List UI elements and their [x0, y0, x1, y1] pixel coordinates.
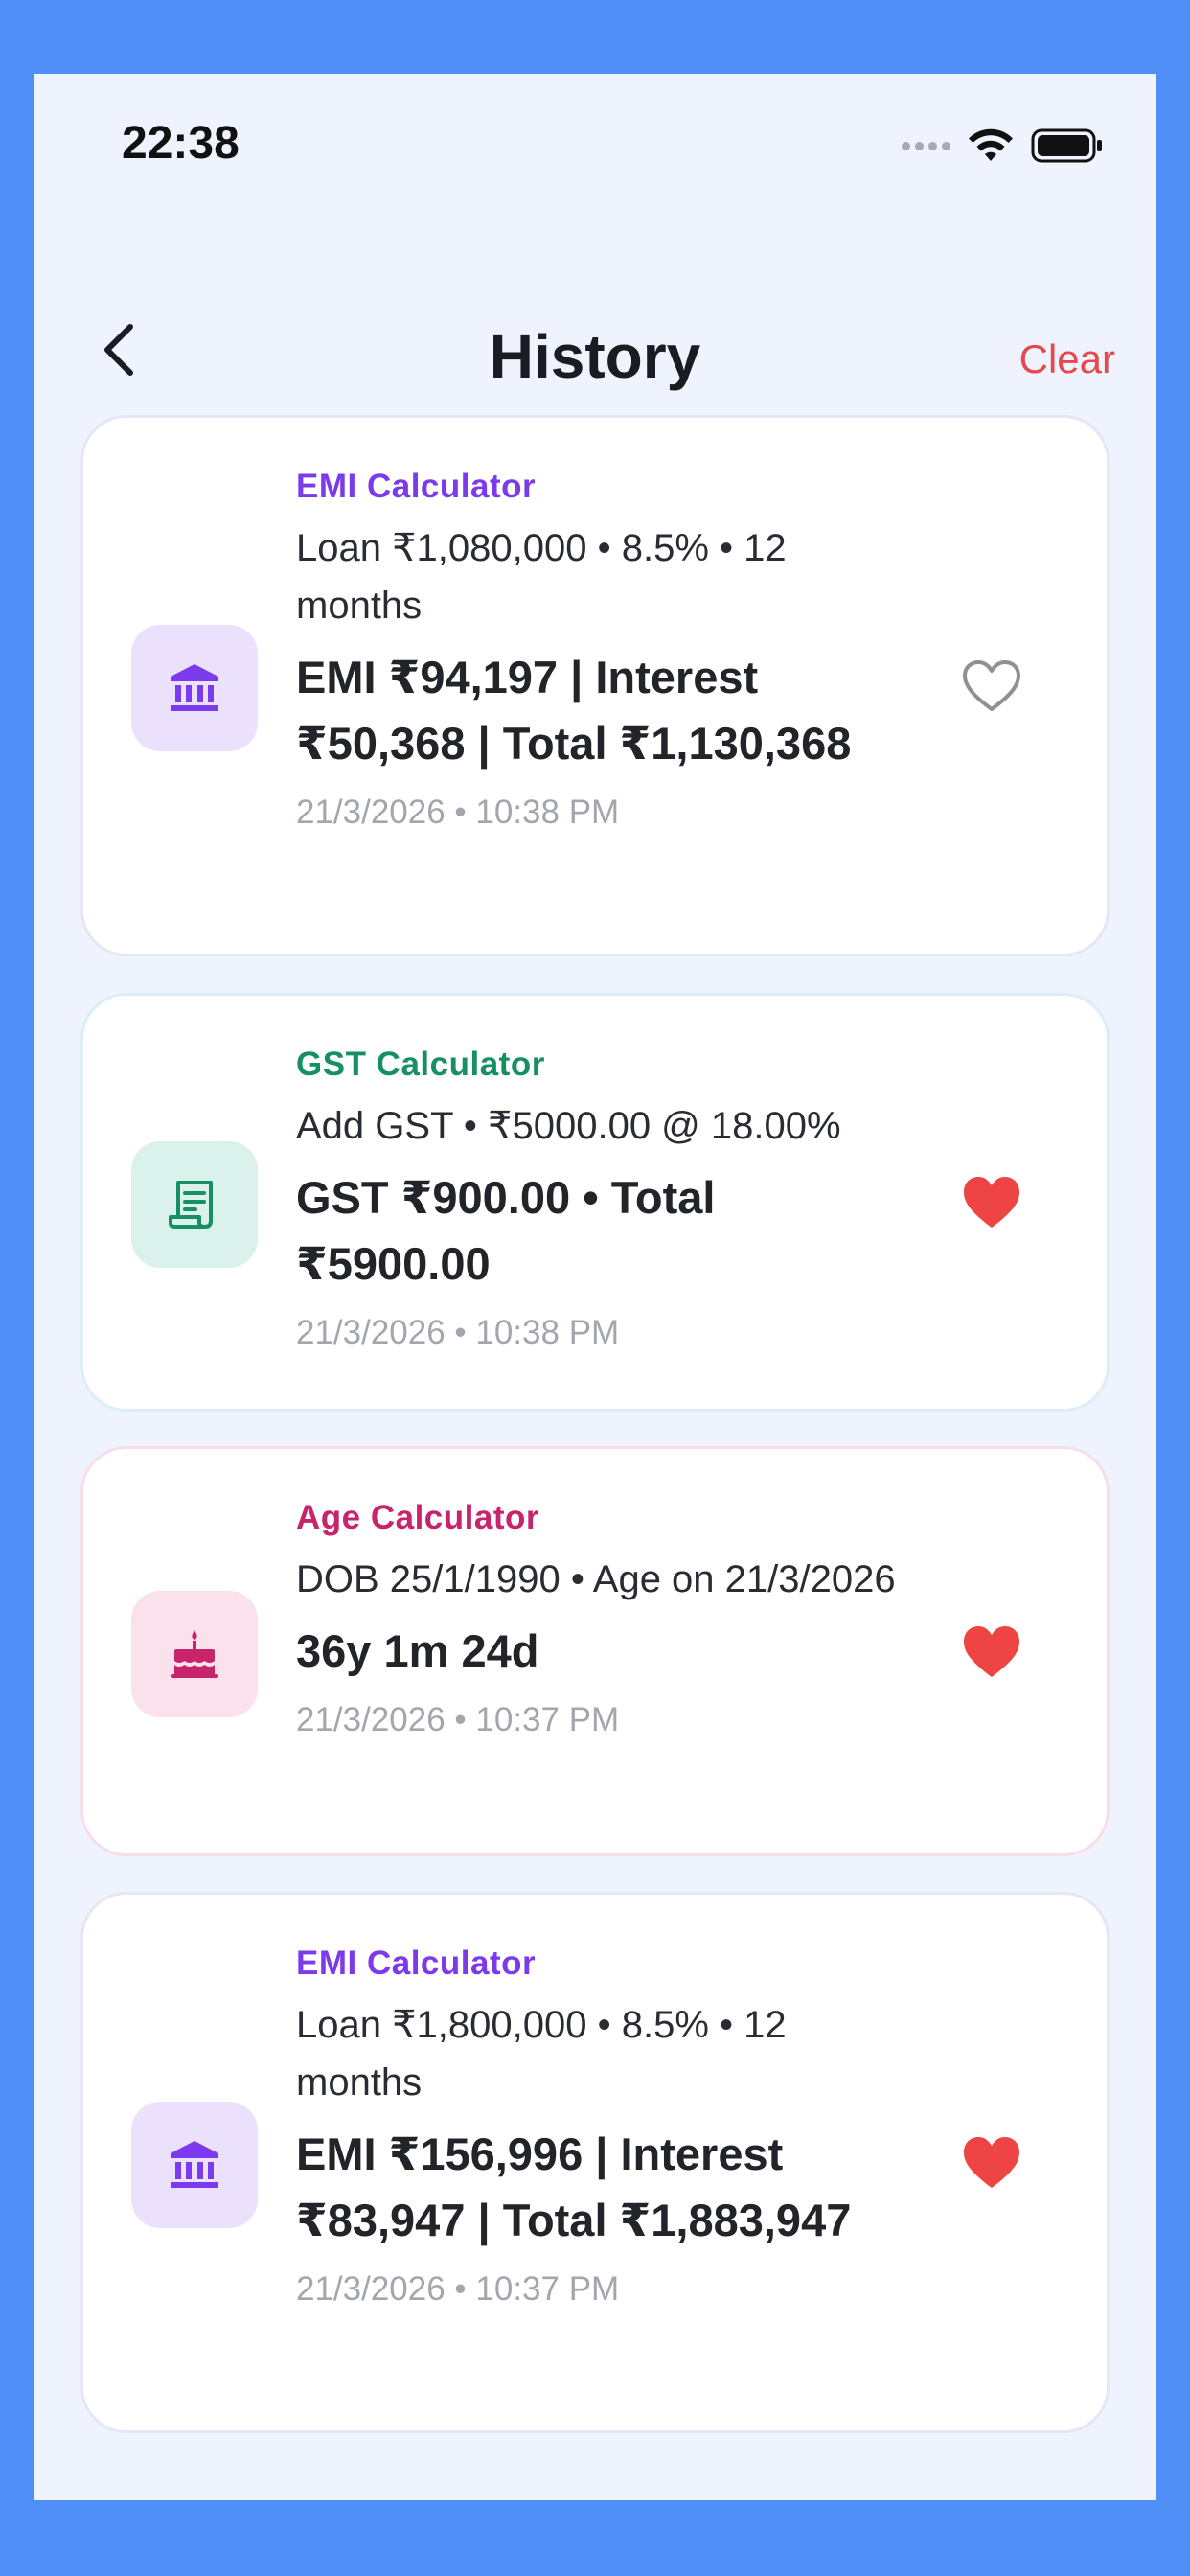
heart-outline-icon[interactable] — [961, 657, 1022, 715]
calculation-result: EMI ₹94,197 | Interest ₹50,368 | Total ₹… — [296, 652, 852, 769]
calculation-details: DOB 25/1/1990 • Age on 21/3/2026 — [296, 1558, 896, 1600]
cake-icon — [171, 1630, 218, 1678]
bank-icon-badge — [131, 2102, 258, 2228]
bank-icon — [171, 2141, 218, 2188]
calculation-details: Add GST • ₹5000.00 @ 18.00% — [296, 1105, 841, 1147]
calculation-result: GST ₹900.00 • Total ₹5900.00 — [296, 1172, 716, 1289]
timestamp: 21/3/2026 • 10:38 PM — [296, 794, 620, 831]
category-label: EMI Calculator — [296, 1944, 537, 1982]
category-label: EMI Calculator — [296, 468, 537, 505]
timestamp: 21/3/2026 • 10:37 PM — [296, 2270, 620, 2308]
timestamp: 21/3/2026 • 10:38 PM — [296, 1314, 620, 1351]
battery-icon — [1031, 128, 1102, 163]
history-card-emi[interactable]: EMI Calculator Loan ₹1,080,000 • 8.5% • … — [80, 415, 1110, 956]
receipt-icon — [169, 1181, 213, 1229]
bank-icon-badge — [131, 625, 258, 751]
history-card-gst[interactable]: GST Calculator Add GST • ₹5000.00 @ 18.0… — [80, 993, 1110, 1412]
wifi-icon — [969, 128, 1013, 161]
status-time: 22:38 — [122, 118, 240, 169]
history-screen: 22:38 History Clear EMI Calculator Loan … — [34, 74, 1156, 2500]
calculation-details: Loan ₹1,800,000 • 8.5% • 12 months — [296, 2004, 787, 2104]
calculation-result: 36y 1m 24d — [296, 1625, 539, 1676]
page-title: History — [489, 322, 701, 391]
heart-filled-icon[interactable] — [961, 1623, 1022, 1681]
clear-button[interactable]: Clear — [1019, 336, 1115, 382]
header: History Clear — [34, 294, 1156, 400]
receipt-icon-badge — [131, 1141, 258, 1268]
status-icons — [902, 127, 1104, 164]
calculation-details: Loan ₹1,080,000 • 8.5% • 12 months — [296, 527, 787, 627]
status-bar: 22:38 — [34, 74, 1156, 218]
category-label: GST Calculator — [296, 1046, 545, 1083]
heart-filled-icon[interactable] — [961, 2134, 1022, 2192]
calculation-result: EMI ₹156,996 | Interest ₹83,947 | Total … — [296, 2128, 852, 2245]
category-label: Age Calculator — [296, 1499, 539, 1536]
history-card-emi[interactable]: EMI Calculator Loan ₹1,800,000 • 8.5% • … — [80, 1892, 1110, 2433]
signal-icon — [902, 141, 950, 150]
history-card-age[interactable]: Age Calculator DOB 25/1/1990 • Age on 21… — [80, 1446, 1110, 1856]
bank-icon — [171, 664, 218, 711]
cake-icon-badge — [131, 1591, 258, 1717]
timestamp: 21/3/2026 • 10:37 PM — [296, 1701, 620, 1738]
heart-filled-icon[interactable] — [961, 1174, 1022, 1231]
